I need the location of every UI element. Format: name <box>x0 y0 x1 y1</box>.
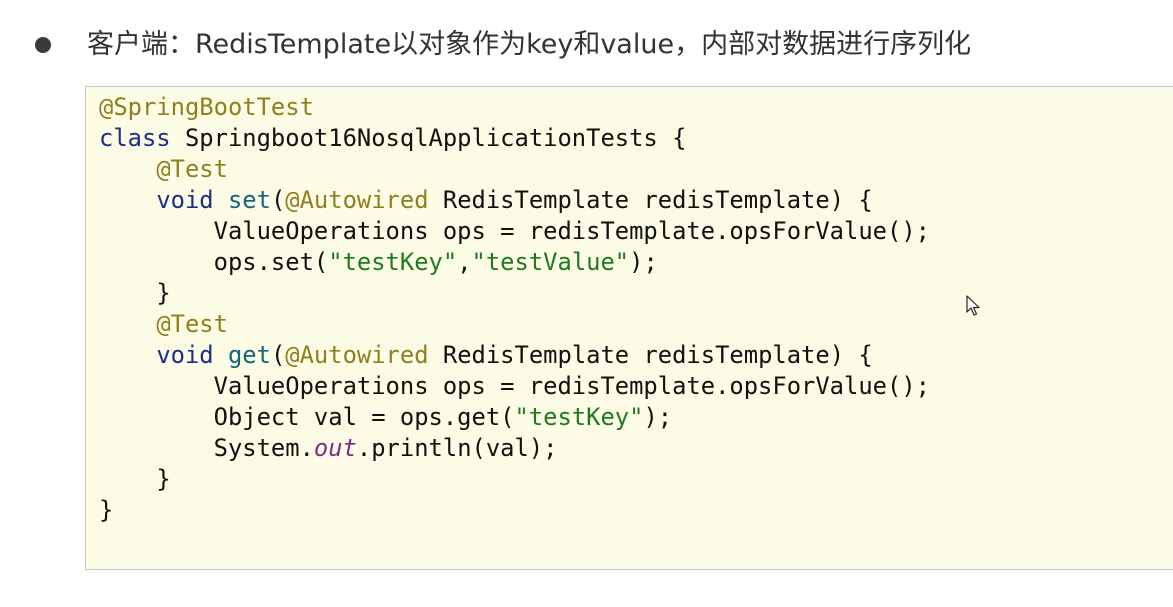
annotation-autowired: @Autowired <box>285 341 429 369</box>
code-line-2: class Springboot16NosqlApplicationTests … <box>99 124 686 152</box>
code-call: System. <box>213 434 314 462</box>
code-line-4: void set(@Autowired RedisTemplate redisT… <box>99 186 873 214</box>
code-line-7: } <box>99 279 171 307</box>
code-call: ops.set( <box>213 248 329 276</box>
code-line-6: ops.set("testKey","testValue"); <box>99 248 658 276</box>
bullet-text: 客户端：RedisTemplate以对象作为key和value，内部对数据进行序… <box>87 29 972 60</box>
static-field-out: out <box>313 434 357 462</box>
keyword-void: void <box>156 341 214 369</box>
code-punct: ( <box>270 186 286 214</box>
code-line-13: } <box>99 465 171 493</box>
code-listing: @SpringBootTest class Springboot16NosqlA… <box>99 92 930 526</box>
code-line-9: void get(@Autowired RedisTemplate redisT… <box>99 341 873 369</box>
annotation-autowired: @Autowired <box>285 186 429 214</box>
bullet-dot-icon <box>35 37 51 53</box>
code-line-3: @Test <box>99 155 228 183</box>
slide: 客户端：RedisTemplate以对象作为key和value，内部对数据进行序… <box>0 0 1173 607</box>
statement-ops-assign: ValueOperations ops = redisTemplate.opsF… <box>213 372 930 400</box>
method-name-set: set <box>227 186 271 214</box>
code-line-8: @Test <box>99 310 228 338</box>
code-line-1: @SpringBootTest <box>99 93 314 121</box>
annotation-springboottest: @SpringBootTest <box>99 93 314 121</box>
code-line-5: ValueOperations ops = redisTemplate.opsF… <box>99 217 930 245</box>
code-call: .println(val); <box>356 434 558 462</box>
code-line-14: } <box>99 496 113 524</box>
code-punct: , <box>457 248 472 276</box>
annotation-test: @Test <box>156 310 228 338</box>
keyword-class: class <box>99 124 171 152</box>
closing-brace: } <box>156 465 171 493</box>
code-punct: ); <box>643 403 673 431</box>
method-params: RedisTemplate redisTemplate) { <box>428 341 873 369</box>
class-declaration: Springboot16NosqlApplicationTests { <box>170 124 687 152</box>
code-call: Object val = ops.get( <box>213 403 515 431</box>
bullet-item: 客户端：RedisTemplate以对象作为key和value，内部对数据进行序… <box>0 24 1173 68</box>
code-block: @SpringBootTest class Springboot16NosqlA… <box>85 86 1173 570</box>
mouse-pointer-icon <box>966 295 980 316</box>
string-literal: "testKey" <box>328 248 458 276</box>
code-line-10: ValueOperations ops = redisTemplate.opsF… <box>99 372 930 400</box>
string-literal: "testValue" <box>471 248 630 276</box>
method-name-get: get <box>227 341 271 369</box>
method-params: RedisTemplate redisTemplate) { <box>428 186 873 214</box>
code-line-12: System.out.println(val); <box>99 434 558 462</box>
closing-brace: } <box>156 279 171 307</box>
code-punct: ( <box>270 341 286 369</box>
closing-brace: } <box>99 496 114 524</box>
code-line-11: Object val = ops.get("testKey"); <box>99 403 672 431</box>
code-punct: ); <box>629 248 658 276</box>
string-literal: "testKey" <box>514 403 644 431</box>
annotation-test: @Test <box>156 155 228 183</box>
keyword-void: void <box>156 186 214 214</box>
statement-ops-assign: ValueOperations ops = redisTemplate.opsF… <box>213 217 930 245</box>
